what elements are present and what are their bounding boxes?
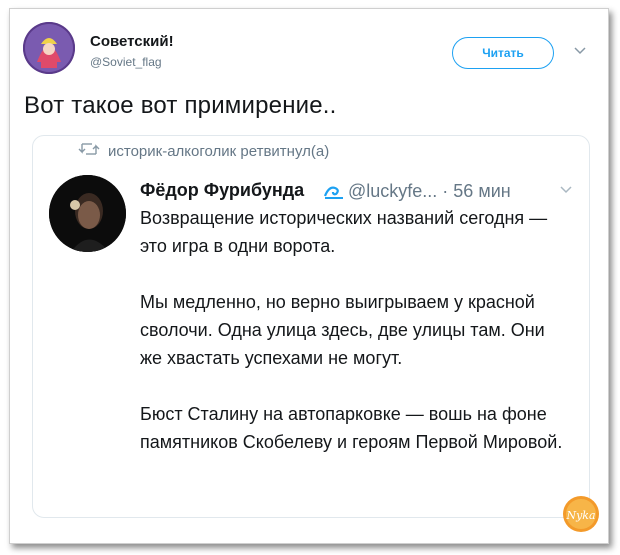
logo-icon: Nyka bbox=[563, 496, 599, 532]
retweet-line[interactable]: историк-алкоголик ретвитнул(а) bbox=[108, 143, 329, 160]
quote-paragraph: Возвращение исторических названий сегодн… bbox=[140, 208, 548, 256]
follow-button[interactable]: Читать bbox=[452, 37, 554, 69]
chevron-down-icon[interactable] bbox=[560, 185, 572, 194]
quote-author-name[interactable]: Фёдор Фурибунда bbox=[140, 180, 304, 201]
retweet-icon bbox=[78, 143, 100, 155]
author-avatar[interactable] bbox=[23, 22, 75, 74]
quote-author-handle[interactable]: @luckyfe... · 56 мин bbox=[348, 181, 511, 202]
avatar-icon bbox=[23, 22, 75, 74]
quote-body: Возвращение исторических названий сегодн… bbox=[140, 204, 570, 484]
quote-author-avatar[interactable] bbox=[49, 175, 126, 252]
portrait-icon bbox=[49, 175, 126, 252]
logo-text: Nyka bbox=[565, 509, 595, 522]
wave-emoji-icon bbox=[324, 186, 343, 199]
author-handle[interactable]: @Soviet_flag bbox=[90, 55, 162, 69]
quote-paragraph: Мы медленно, но верно выигрываем у красн… bbox=[140, 292, 545, 368]
chevron-down-icon[interactable] bbox=[574, 46, 586, 56]
author-name[interactable]: Советский! bbox=[90, 33, 174, 50]
tweet-text: Вот такое вот примирение.. bbox=[24, 92, 337, 119]
quote-paragraph: Бюст Сталину на автопарковке — вошь на ф… bbox=[140, 404, 563, 452]
